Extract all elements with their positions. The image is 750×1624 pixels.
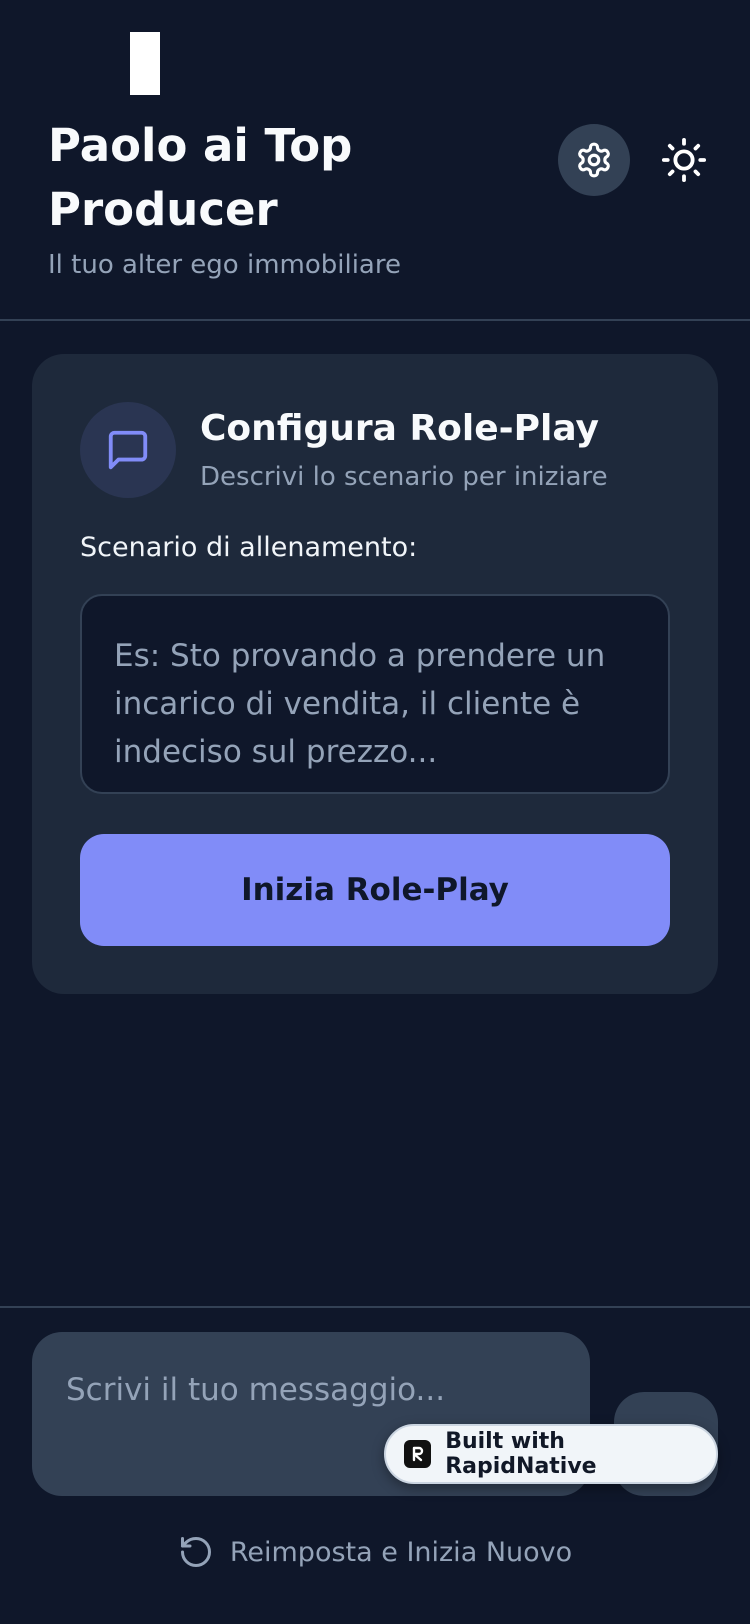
logo-mark: [130, 32, 160, 95]
scenario-input[interactable]: Es: Sto provando a prendere un incarico …: [80, 594, 670, 794]
app-title: Paolo ai Top Producer: [48, 119, 353, 236]
app-screen: Paolo ai Top Producer Il tuo alter ego i…: [0, 0, 750, 1624]
start-roleplay-button[interactable]: Inizia Role-Play: [80, 834, 670, 946]
card-subtitle: Descrivi lo scenario per iniziare: [200, 462, 608, 492]
gear-icon: [578, 142, 610, 178]
scenario-placeholder: Es: Sto provando a prendere un incarico …: [114, 638, 606, 770]
reset-label: Reimposta e Inizia Nuovo: [229, 1536, 573, 1568]
settings-button[interactable]: [558, 124, 630, 196]
header: Paolo ai Top Producer Il tuo alter ego i…: [0, 0, 750, 321]
chat-bubble-icon: [108, 430, 148, 470]
bottom-divider: [0, 1306, 750, 1308]
badge-label: Built with RapidNative: [445, 1429, 597, 1479]
scenario-label: Scenario di allenamento:: [80, 532, 418, 563]
sun-icon: [661, 137, 707, 183]
reset-button[interactable]: Reimposta e Inizia Nuovo: [0, 1534, 750, 1570]
rapidnative-logo-icon: [404, 1440, 432, 1468]
message-placeholder: Scrivi il tuo messaggio...: [66, 1372, 446, 1408]
card-icon-wrapper: [80, 402, 176, 498]
theme-toggle-button[interactable]: [648, 124, 720, 196]
app-subtitle: Il tuo alter ego immobiliare: [48, 250, 401, 280]
built-with-rapidnative-badge[interactable]: Built with RapidNative: [384, 1424, 718, 1484]
roleplay-config-card: Configura Role-Play Descrivi lo scenario…: [32, 354, 718, 994]
reset-icon: [180, 1537, 211, 1567]
card-title: Configura Role-Play: [200, 408, 599, 449]
